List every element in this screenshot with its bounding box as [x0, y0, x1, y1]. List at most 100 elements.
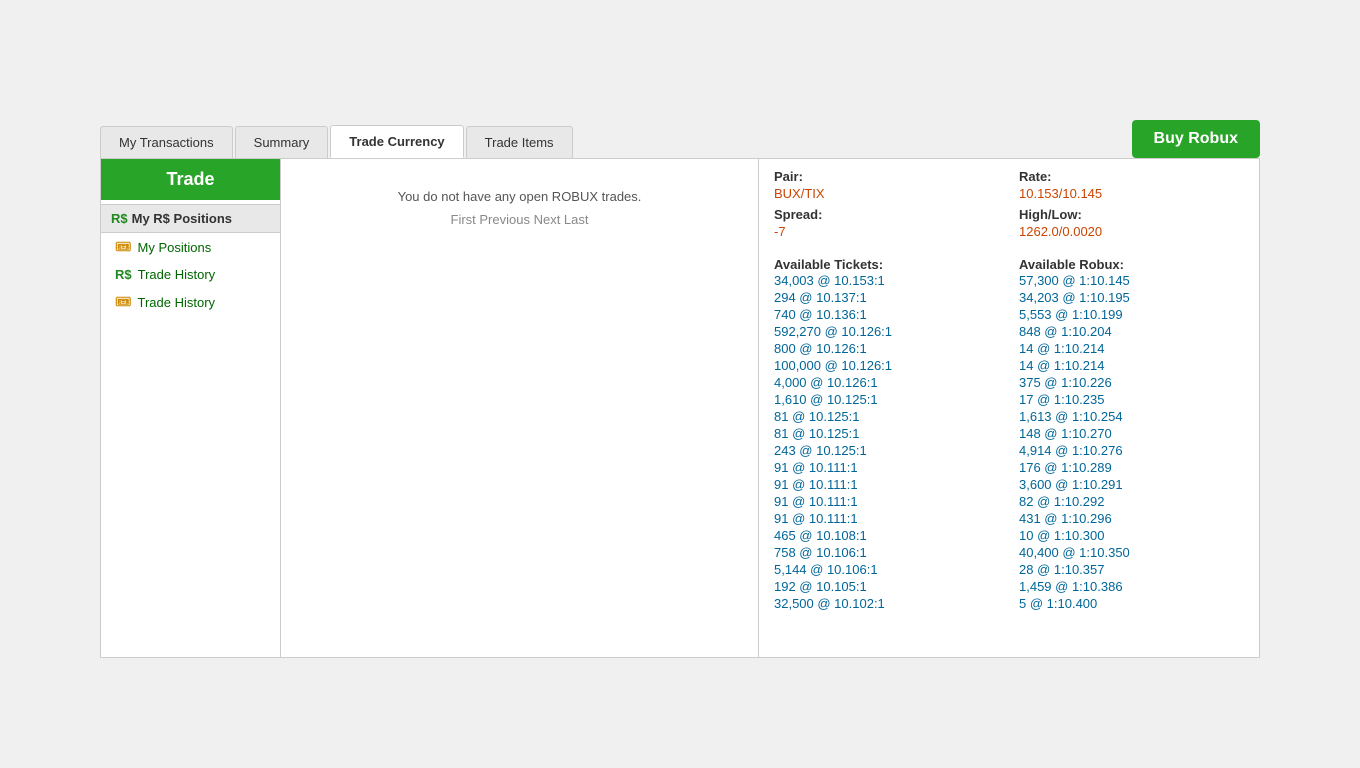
ticket-icon-positions: 🎟 [115, 239, 132, 255]
market-data-row: 465 @ 10.108:1 10 @ 1:10.300 [774, 527, 1244, 544]
market-rows: 34,003 @ 10.153:157,300 @ 1:10.145294 @ … [774, 272, 1244, 612]
market-data-row: 91 @ 10.111:1 431 @ 1:10.296 [774, 510, 1244, 527]
market-data-row: 243 @ 10.125:1 4,914 @ 1:10.276 [774, 442, 1244, 459]
page-wrapper: My Transactions Summary Trade Currency T… [0, 0, 1360, 768]
sidebar-my-positions[interactable]: 🎟 My Positions [101, 233, 280, 261]
tabs-row: My Transactions Summary Trade Currency T… [100, 120, 1260, 158]
ticket-item: 4,000 @ 10.126:1 [774, 374, 999, 391]
robux-item: 3,600 @ 1:10.291 [1019, 476, 1244, 493]
robux-item: 57,300 @ 1:10.145 [1019, 272, 1244, 289]
highlow-value: 1262.0/0.0020 [1019, 224, 1244, 239]
ticket-item: 34,003 @ 10.153:1 [774, 272, 999, 289]
center-panel: You do not have any open ROBUX trades. F… [281, 159, 759, 657]
market-data-row: 32,500 @ 10.102:1 5 @ 1:10.400 [774, 595, 1244, 612]
market-data-row: 81 @ 10.125:1 148 @ 1:10.270 [774, 425, 1244, 442]
ticket-item: 592,270 @ 10.126:1 [774, 323, 999, 340]
content-area: Trade R$ My R$ Positions 🎟 My Positions … [100, 158, 1260, 658]
ticket-item: 465 @ 10.108:1 [774, 527, 999, 544]
market-data-row: 81 @ 10.125:1 1,613 @ 1:10.254 [774, 408, 1244, 425]
ticket-item: 1,610 @ 10.125:1 [774, 391, 999, 408]
robux-item: 431 @ 1:10.296 [1019, 510, 1244, 527]
robux-item: 28 @ 1:10.357 [1019, 561, 1244, 578]
rate-value: 10.153/10.145 [1019, 186, 1244, 201]
ticket-item: 91 @ 10.111:1 [774, 493, 999, 510]
tab-trade-currency[interactable]: Trade Currency [330, 125, 463, 158]
pair-block: Pair: BUX/TIX [774, 169, 999, 203]
highlow-label: High/Low: [1019, 207, 1244, 222]
ticket-item: 32,500 @ 10.102:1 [774, 595, 999, 612]
spread-value: -7 [774, 224, 999, 239]
ticket-item: 91 @ 10.111:1 [774, 476, 999, 493]
market-data-row: 800 @ 10.126:1 14 @ 1:10.214 [774, 340, 1244, 357]
sidebar-rs-trade-history[interactable]: R$ Trade History [101, 261, 280, 288]
ticket-item: 5,144 @ 10.106:1 [774, 561, 999, 578]
market-data-row: 592,270 @ 10.126:1 848 @ 1:10.204 [774, 323, 1244, 340]
sidebar: Trade R$ My R$ Positions 🎟 My Positions … [101, 159, 281, 657]
spread-block: Spread: -7 [774, 207, 999, 241]
pagination-links[interactable]: First Previous Next Last [451, 212, 589, 227]
robux-item: 148 @ 1:10.270 [1019, 425, 1244, 442]
market-data-row: 294 @ 10.137:1 34,203 @ 1:10.195 [774, 289, 1244, 306]
tab-my-transactions[interactable]: My Transactions [100, 126, 233, 158]
robux-item: 14 @ 1:10.214 [1019, 357, 1244, 374]
buy-robux-button[interactable]: Buy Robux [1132, 120, 1260, 158]
robux-item: 848 @ 1:10.204 [1019, 323, 1244, 340]
pair-value: BUX/TIX [774, 186, 999, 201]
ticket-item: 800 @ 10.126:1 [774, 340, 999, 357]
market-data-row: 34,003 @ 10.153:1 57,300 @ 1:10.145 [774, 272, 1244, 289]
robux-item: 1,613 @ 1:10.254 [1019, 408, 1244, 425]
robux-item: 34,203 @ 1:10.195 [1019, 289, 1244, 306]
robux-item: 5 @ 1:10.400 [1019, 595, 1244, 612]
robux-item: 40,400 @ 1:10.350 [1019, 544, 1244, 561]
rate-label: Rate: [1019, 169, 1244, 184]
robux-item: 5,553 @ 1:10.199 [1019, 306, 1244, 323]
robux-item: 82 @ 1:10.292 [1019, 493, 1244, 510]
spread-highlow-row: Spread: -7 High/Low: 1262.0/0.0020 [774, 207, 1244, 241]
pair-rate-row: Pair: BUX/TIX Rate: 10.153/10.145 [774, 169, 1244, 203]
ticket-item: 243 @ 10.125:1 [774, 442, 999, 459]
ticket-item: 294 @ 10.137:1 [774, 289, 999, 306]
pair-label: Pair: [774, 169, 999, 184]
ticket-item: 192 @ 10.105:1 [774, 578, 999, 595]
robux-col-label: Available Robux: [1019, 257, 1244, 272]
trade-button[interactable]: Trade [101, 159, 280, 200]
robux-item: 1,459 @ 1:10.386 [1019, 578, 1244, 595]
market-data-row: 192 @ 10.105:1 1,459 @ 1:10.386 [774, 578, 1244, 595]
market-data-row: 758 @ 10.106:1 40,400 @ 1:10.350 [774, 544, 1244, 561]
market-data-row: 91 @ 10.111:1 176 @ 1:10.289 [774, 459, 1244, 476]
main-container: My Transactions Summary Trade Currency T… [80, 120, 1280, 658]
ticket-item: 758 @ 10.106:1 [774, 544, 999, 561]
market-data-row: 91 @ 10.111:1 3,600 @ 1:10.291 [774, 476, 1244, 493]
market-data-row: 100,000 @ 10.126:1 14 @ 1:10.214 [774, 357, 1244, 374]
market-data-row: 5,144 @ 10.106:1 28 @ 1:10.357 [774, 561, 1244, 578]
robux-item: 14 @ 1:10.214 [1019, 340, 1244, 357]
market-data-row: 1,610 @ 10.125:1 17 @ 1:10.235 [774, 391, 1244, 408]
ticket-item: 91 @ 10.111:1 [774, 510, 999, 527]
ticket-icon-history: 🎟 [115, 294, 132, 310]
sidebar-ticket-trade-history[interactable]: 🎟 Trade History [101, 288, 280, 316]
right-panel: Pair: BUX/TIX Rate: 10.153/10.145 Spread… [759, 159, 1259, 657]
robux-icon: R$ [111, 211, 128, 226]
spread-label: Spread: [774, 207, 999, 222]
top-bar [0, 20, 1360, 120]
ticket-item: 81 @ 10.125:1 [774, 408, 999, 425]
ticket-item: 81 @ 10.125:1 [774, 425, 999, 442]
sidebar-my-rs-positions[interactable]: R$ My R$ Positions [101, 204, 280, 233]
robux-item: 375 @ 1:10.226 [1019, 374, 1244, 391]
ticket-item: 100,000 @ 10.126:1 [774, 357, 999, 374]
ticket-item: 91 @ 10.111:1 [774, 459, 999, 476]
robux-item: 17 @ 1:10.235 [1019, 391, 1244, 408]
no-trades-message: You do not have any open ROBUX trades. [398, 189, 642, 204]
robux-item: 10 @ 1:10.300 [1019, 527, 1244, 544]
market-data-row: 91 @ 10.111:1 82 @ 1:10.292 [774, 493, 1244, 510]
highlow-block: High/Low: 1262.0/0.0020 [1019, 207, 1244, 241]
tab-trade-items[interactable]: Trade Items [466, 126, 573, 158]
robux-item: 4,914 @ 1:10.276 [1019, 442, 1244, 459]
ticket-item: 740 @ 10.136:1 [774, 306, 999, 323]
market-data-row: 4,000 @ 10.126:1 375 @ 1:10.226 [774, 374, 1244, 391]
market-data-row: 740 @ 10.136:1 5,553 @ 1:10.199 [774, 306, 1244, 323]
tab-summary[interactable]: Summary [235, 126, 329, 158]
col-headers-row: Available Tickets: Available Robux: [774, 249, 1244, 272]
robux-item: 176 @ 1:10.289 [1019, 459, 1244, 476]
tickets-col-label: Available Tickets: [774, 257, 999, 272]
